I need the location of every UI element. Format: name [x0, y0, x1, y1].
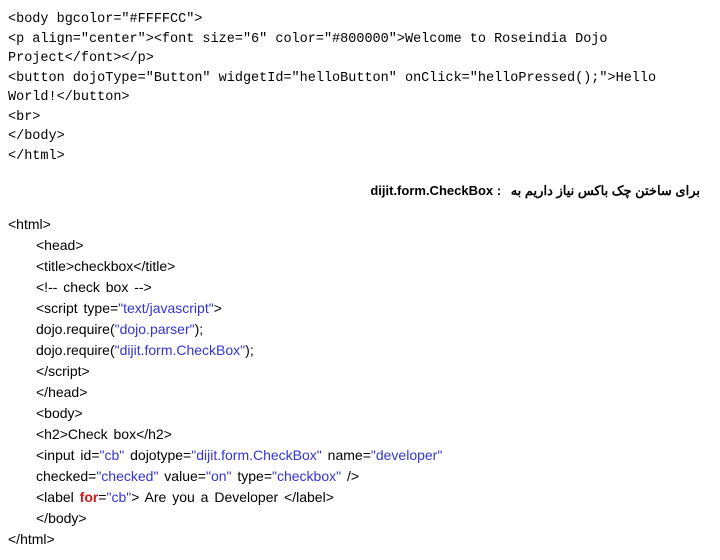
code-line: </html>: [8, 147, 712, 167]
code-line: dojo.require("dijit.form.CheckBox");: [8, 340, 712, 361]
code-block-2: <html> <head> <title>checkbox</title> <!…: [8, 214, 712, 550]
code-line: <body>: [8, 403, 712, 424]
code-line: <h2>Check box</h2>: [8, 424, 712, 445]
code-line: <script type="text/javascript">: [8, 298, 712, 319]
code-line: </body>: [8, 127, 712, 147]
code-line: <input id="cb" dojotype="dijit.form.Chec…: [8, 445, 712, 466]
code-block-1: <body bgcolor="#FFFFCC"> <p align="cente…: [8, 10, 712, 167]
code-line: <br>: [8, 108, 712, 128]
code-line: <title>checkbox</title>: [8, 256, 712, 277]
code-line: <!-- check box -->: [8, 277, 712, 298]
heading-persian: برای ساختن چک باکس نیاز داریم به: [511, 181, 700, 201]
code-line: <head>: [8, 235, 712, 256]
code-line: <label for="cb"> Are you a Developer </l…: [8, 487, 712, 508]
code-line: <html>: [8, 214, 712, 235]
code-line: <p align="center"><font size="6" color="…: [8, 30, 712, 69]
section-heading: dijit.form.CheckBox : برای ساختن چک باکس…: [8, 181, 712, 201]
code-line: <body bgcolor="#FFFFCC">: [8, 10, 712, 30]
heading-latin: dijit.form.CheckBox: [370, 181, 493, 201]
code-line: dojo.require("dojo.parser");: [8, 319, 712, 340]
code-line: checked="checked" value="on" type="check…: [8, 466, 712, 487]
code-line: </script>: [8, 361, 712, 382]
code-line: <button dojoType="Button" widgetId="hell…: [8, 69, 712, 108]
code-line: </body>: [8, 508, 712, 529]
code-line: </head>: [8, 382, 712, 403]
